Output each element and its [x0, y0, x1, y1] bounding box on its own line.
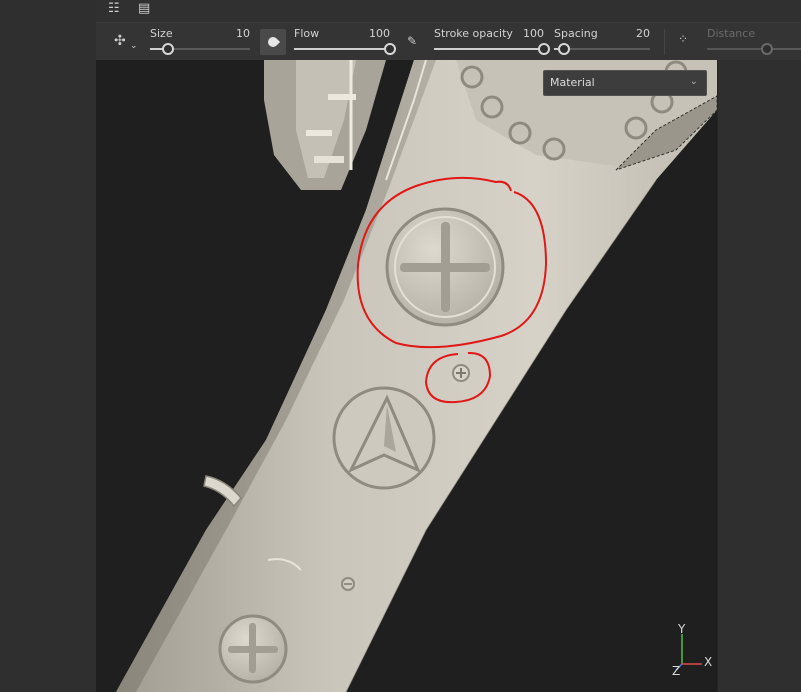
flow-value: 100: [369, 27, 390, 40]
spacing-label: Spacing: [554, 27, 598, 40]
material-dropdown-value: Material: [550, 76, 595, 89]
spacing-value: 20: [636, 27, 650, 40]
stroke-opacity-slider-handle[interactable]: [538, 43, 550, 55]
left-panel: [0, 0, 97, 692]
small-screw: [452, 364, 470, 382]
toolbar-divider: [664, 29, 665, 55]
distance-label: Distance: [707, 27, 756, 40]
spacing-slider[interactable]: Spacing 20: [554, 27, 650, 59]
folder-icon[interactable]: ▤: [138, 1, 150, 16]
tiny-screw: [341, 577, 355, 591]
plus-emboss-small: [218, 614, 288, 684]
model-render: [116, 60, 717, 692]
spacing-slider-handle[interactable]: [557, 43, 570, 55]
size-slider[interactable]: Size 10: [150, 27, 250, 59]
right-panel: [717, 60, 801, 692]
lazy-mouse-icon[interactable]: ⁘: [678, 32, 688, 46]
stroke-opacity-slider[interactable]: Stroke opacity 100: [434, 27, 550, 59]
stroke-opacity-value: 100: [523, 27, 544, 40]
3d-viewport[interactable]: Material ⌄ Y X Z: [96, 60, 717, 692]
brush-button[interactable]: [260, 29, 286, 55]
side-clip: [203, 475, 242, 508]
brush-icon: [265, 34, 281, 50]
flow-slider-handle[interactable]: [384, 43, 396, 55]
axis-gizmo: Y X Z: [668, 620, 716, 680]
top-strip: ☷ ▤: [96, 0, 801, 22]
axis-x-label: X: [704, 655, 713, 669]
flow-label: Flow: [294, 27, 320, 40]
size-slider-handle[interactable]: [162, 43, 174, 55]
size-value: 10: [236, 27, 250, 40]
layout-save-icon[interactable]: ☷: [108, 1, 120, 16]
chevron-down-icon[interactable]: ⌄: [130, 41, 138, 51]
flow-slider[interactable]: Flow 100: [294, 27, 396, 59]
arrow-emboss: [332, 386, 436, 490]
puzzle-icon[interactable]: ✣: [114, 33, 126, 49]
background-gear: [264, 60, 386, 190]
pen-pressure-icon[interactable]: ✎: [407, 34, 417, 48]
distance-slider[interactable]: Distance 8: [707, 27, 801, 59]
plus-emboss-large: [385, 207, 505, 327]
axis-y-label: Y: [678, 622, 686, 636]
tool-properties-bar: ✣ ⌄ Size 10 Flow 100 ✎ Stroke opacity 10…: [96, 22, 801, 62]
material-dropdown[interactable]: Material ⌄: [543, 70, 707, 96]
stroke-opacity-label: Stroke opacity: [434, 27, 513, 40]
chevron-down-icon: ⌄: [689, 76, 698, 87]
axis-z-label: Z: [672, 664, 681, 678]
size-label: Size: [150, 27, 173, 40]
distance-slider-handle[interactable]: [761, 43, 773, 55]
